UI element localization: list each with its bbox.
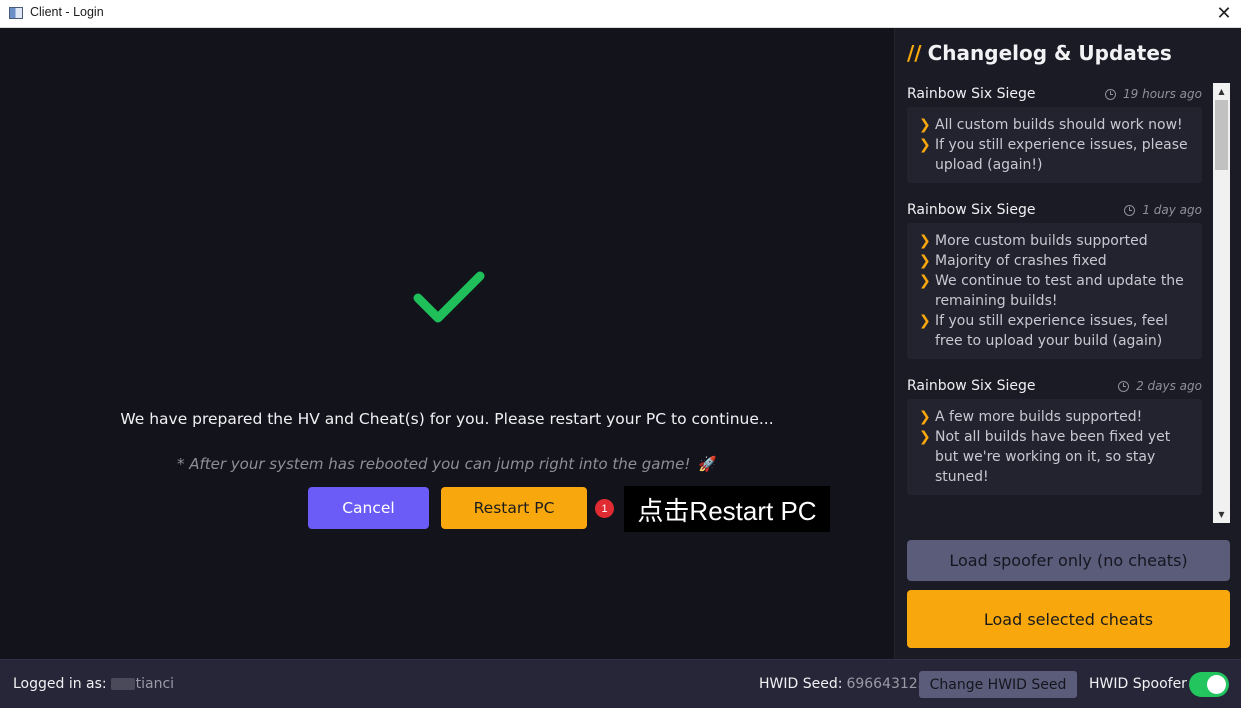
entry-time: 1 day ago — [1124, 203, 1202, 217]
title-slashes: // — [907, 41, 922, 65]
status-hint: * After your system has rebooted you can… — [0, 455, 894, 473]
chevron-right-icon: ❯ — [919, 137, 931, 153]
logged-in-label: Logged in as: — [13, 676, 107, 692]
hwid-seed-info: HWID Seed: 696643125 — [759, 676, 927, 692]
change-hwid-seed-button[interactable]: Change HWID Seed — [919, 671, 1077, 698]
changelog-entry: Rainbow Six Siege 19 hours ago ❯ All cust… — [907, 81, 1202, 183]
status-hint-text: * After your system has rebooted you can… — [176, 455, 691, 473]
load-spoofer-only-button[interactable]: Load spoofer only (no cheats) — [907, 540, 1230, 581]
clock-icon — [1124, 204, 1136, 216]
app-icon — [9, 7, 23, 19]
chevron-right-icon: ❯ — [919, 253, 931, 269]
entry-line: ❯ A few more builds supported! — [919, 407, 1192, 427]
window-title: Client - Login — [30, 5, 104, 19]
entry-line-text: If you still experience issues, feel fre… — [935, 313, 1168, 349]
entry-line: ❯ If you still experience issues, feel fr… — [919, 311, 1192, 351]
entry-line-text: We continue to test and update the remai… — [935, 273, 1184, 309]
entry-time: 19 hours ago — [1105, 87, 1202, 101]
username-text: tianci — [135, 676, 175, 692]
entry-time-text: 19 hours ago — [1123, 87, 1202, 101]
changelog-entry: Rainbow Six Siege 2 days ago ❯ A few more… — [907, 373, 1202, 495]
entry-line-text: If you still experience issues, please u… — [935, 137, 1188, 173]
status-message: We have prepared the HV and Cheat(s) for… — [120, 410, 774, 428]
changelog-list[interactable]: Rainbow Six Siege 19 hours ago ❯ All cust… — [907, 81, 1202, 523]
restart-pc-button[interactable]: Restart PC — [441, 487, 587, 529]
scroll-down-arrow-icon[interactable]: ▼ — [1213, 506, 1230, 523]
entry-line: ❯ All custom builds should work now! — [919, 115, 1192, 135]
load-selected-cheats-button[interactable]: Load selected cheats — [907, 590, 1230, 648]
scroll-up-arrow-icon[interactable]: ▲ — [1213, 83, 1230, 100]
changelog-entry: Rainbow Six Siege 1 day ago ❯ More custom… — [907, 197, 1202, 359]
entry-line: ❯ We continue to test and update the rema… — [919, 271, 1192, 311]
logged-in-info: Logged in as: tianci — [13, 676, 174, 692]
chevron-right-icon: ❯ — [919, 233, 931, 249]
chevron-right-icon: ❯ — [919, 273, 931, 289]
changelog-title-text: Changelog & Updates — [927, 41, 1172, 65]
entry-game: Rainbow Six Siege — [907, 378, 1036, 394]
toggle-knob — [1207, 675, 1226, 694]
close-icon[interactable]: ✕ — [1207, 0, 1241, 27]
success-check-icon — [413, 271, 485, 323]
chevron-right-icon: ❯ — [919, 429, 931, 445]
window-titlebar: Client - Login ✕ — [0, 0, 1241, 28]
entry-line-text: All custom builds should work now! — [935, 117, 1183, 133]
clock-icon — [1105, 88, 1117, 100]
entry-time-text: 2 days ago — [1136, 379, 1202, 393]
entry-line-text: Majority of crashes fixed — [935, 253, 1107, 269]
hwid-spoofer-label: HWID Spoofer — [1089, 676, 1187, 692]
annotation-label: 点击Restart PC — [624, 486, 830, 532]
hwid-spoofer-toggle[interactable] — [1189, 672, 1229, 697]
chevron-right-icon: ❯ — [919, 117, 931, 133]
changelog-scrollbar[interactable]: ▲ ▼ — [1213, 83, 1230, 523]
entry-line: ❯ More custom builds supported — [919, 231, 1192, 251]
step-badge: 1 — [595, 499, 614, 518]
chevron-right-icon: ❯ — [919, 409, 931, 425]
entry-game: Rainbow Six Siege — [907, 86, 1036, 102]
entry-line-text: More custom builds supported — [935, 233, 1148, 249]
redacted-username-part — [110, 678, 135, 690]
entry-time: 2 days ago — [1118, 379, 1202, 393]
chevron-right-icon: ❯ — [919, 313, 931, 329]
entry-game: Rainbow Six Siege — [907, 202, 1036, 218]
changelog-sidebar: //Changelog & Updates Rainbow Six Siege … — [894, 28, 1241, 659]
entry-line: ❯ Not all builds have been fixed yet but … — [919, 427, 1192, 487]
entry-line: ❯ Majority of crashes fixed — [919, 251, 1192, 271]
rocket-icon: 🚀 — [698, 455, 718, 473]
username: tianci — [110, 676, 175, 692]
scrollbar-thumb[interactable] — [1215, 100, 1228, 170]
main-panel: We have prepared the HV and Cheat(s) for… — [0, 28, 894, 659]
entry-line: ❯ If you still experience issues, please … — [919, 135, 1192, 175]
hwid-seed-label: HWID Seed: — [759, 676, 843, 692]
entry-line-text: A few more builds supported! — [935, 409, 1143, 425]
entry-time-text: 1 day ago — [1142, 203, 1202, 217]
changelog-title: //Changelog & Updates — [907, 41, 1172, 65]
status-bar: Logged in as: tianci HWID Seed: 696643125 … — [0, 659, 1241, 708]
entry-line-text: Not all builds have been fixed yet but w… — [935, 429, 1171, 485]
cancel-button[interactable]: Cancel — [308, 487, 429, 529]
clock-icon — [1118, 380, 1130, 392]
hwid-seed-value: 696643125 — [846, 676, 927, 692]
